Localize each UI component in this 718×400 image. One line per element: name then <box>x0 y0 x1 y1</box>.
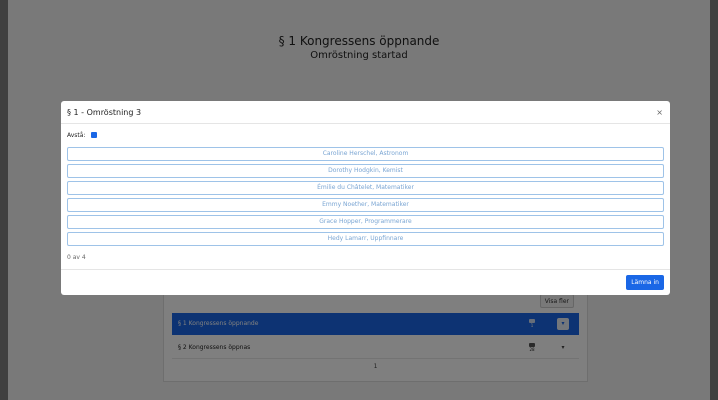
vote-option[interactable]: Grace Hopper, Programmerare <box>67 215 664 229</box>
vote-option[interactable]: Caroline Herschel, Astronom <box>67 147 664 161</box>
vote-modal: § 1 - Omröstning 3 × Avstå: Caroline Her… <box>61 101 670 295</box>
vote-option[interactable]: Emmy Noether, Matematiker <box>67 198 664 212</box>
selection-counter: 0 av 4 <box>67 254 86 261</box>
vote-option[interactable]: Émilie du Châtelet, Matematiker <box>67 181 664 195</box>
vote-option[interactable]: Dorothy Hodgkin, Kemist <box>67 164 664 178</box>
submit-button[interactable]: Lämna in <box>626 275 664 290</box>
abstain-checkbox[interactable] <box>91 131 98 138</box>
vote-options: Caroline Herschel, Astronom Dorothy Hodg… <box>67 147 664 249</box>
vote-option[interactable]: Hedy Lamarr, Uppfinnare <box>67 232 664 246</box>
abstain-field: Avstå: <box>67 131 98 141</box>
abstain-label: Avstå: <box>67 132 86 139</box>
modal-footer: Lämna in <box>61 269 670 295</box>
modal-title: § 1 - Omröstning 3 <box>67 108 142 117</box>
close-icon[interactable]: × <box>656 101 663 124</box>
modal-header: § 1 - Omröstning 3 × <box>61 101 670 124</box>
